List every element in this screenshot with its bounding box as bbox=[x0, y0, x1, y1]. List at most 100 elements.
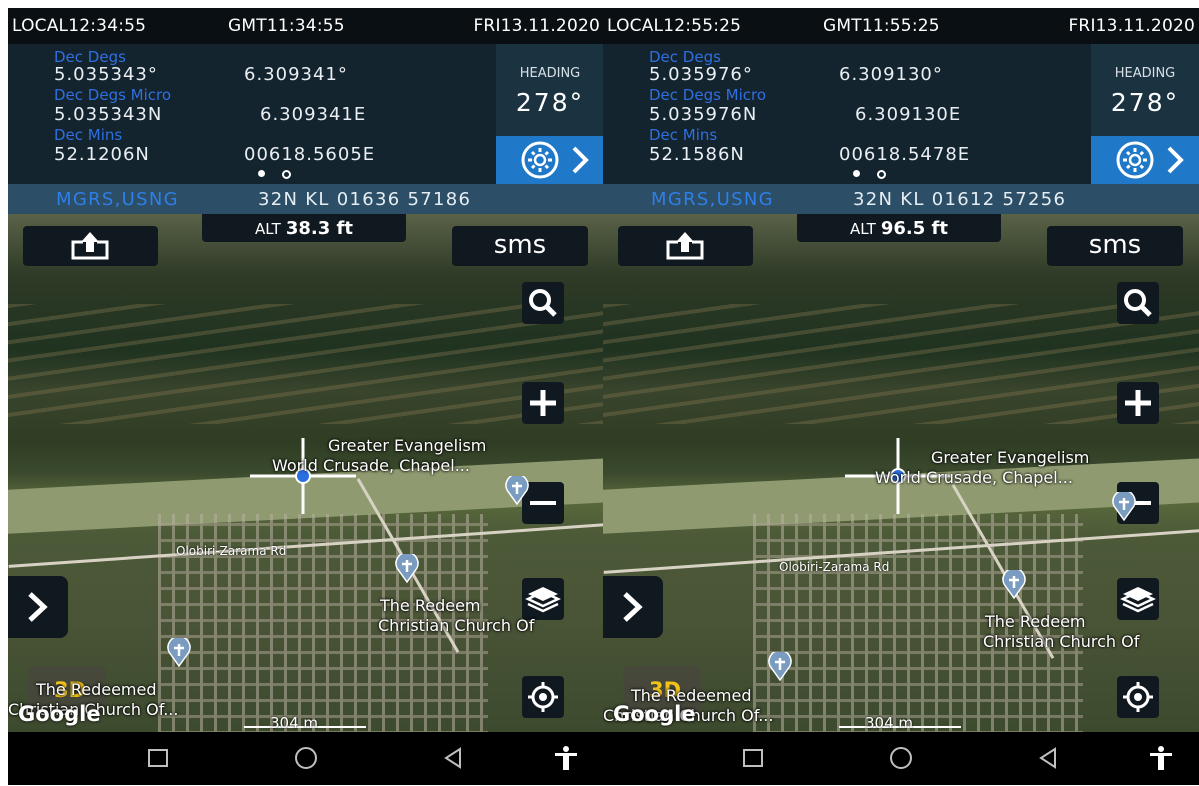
micro-lon: 6.309130E bbox=[855, 104, 962, 125]
dec-degs-micro-label: Dec Degs Micro bbox=[54, 86, 172, 104]
chevron-right-icon bbox=[1167, 146, 1184, 174]
dec-degs-lon: 6.309130° bbox=[839, 64, 943, 85]
layers-button[interactable] bbox=[522, 578, 564, 620]
poi-label[interactable]: Greater Evangelism bbox=[931, 448, 1089, 467]
church-pin-icon[interactable] bbox=[164, 638, 194, 668]
heading-label: HEADING bbox=[1114, 66, 1176, 81]
dec-degs-label: Dec Degs bbox=[54, 48, 126, 66]
altitude-display: ALT 38.3 ft bbox=[202, 214, 406, 242]
android-nav-bar bbox=[8, 732, 604, 785]
mgrs-label: MGRS,USNG bbox=[651, 189, 774, 210]
date: FRI13.11.2020 bbox=[473, 16, 600, 36]
mgrs-bar: MGRS,USNG 32N KL 01636 57186 bbox=[8, 184, 604, 214]
heading-label: HEADING bbox=[519, 66, 581, 81]
zoom-in-button[interactable] bbox=[1117, 382, 1159, 424]
church-pin-icon[interactable] bbox=[502, 476, 532, 506]
zoom-in-button[interactable] bbox=[522, 382, 564, 424]
google-attribution: Google bbox=[613, 702, 696, 726]
share-button[interactable] bbox=[23, 226, 158, 266]
search-button[interactable] bbox=[522, 282, 564, 324]
dec-mins-label: Dec Mins bbox=[649, 126, 718, 144]
crosshair-location-icon bbox=[528, 682, 558, 712]
micro-lat: 5.035343N bbox=[54, 104, 163, 125]
poi-label[interactable]: World Crusade, Chapel... bbox=[875, 468, 1073, 487]
mins-lat: 52.1206N bbox=[54, 144, 150, 165]
layers-icon bbox=[1120, 587, 1156, 613]
date: FRI13.11.2020 bbox=[1068, 16, 1195, 36]
heading-display: HEADING 278° bbox=[1091, 44, 1199, 136]
dec-degs-lon: 6.309341° bbox=[244, 64, 348, 85]
plus-icon bbox=[530, 390, 556, 416]
square-icon[interactable] bbox=[739, 744, 767, 772]
church-pin-icon[interactable] bbox=[765, 652, 795, 682]
dec-degs-lat: 5.035976° bbox=[649, 64, 753, 85]
accessibility-icon[interactable] bbox=[552, 744, 580, 772]
chevron-right-icon bbox=[623, 592, 643, 622]
mgrs-value: 32N KL 01636 57186 bbox=[258, 189, 472, 210]
share-icon bbox=[666, 232, 704, 260]
mins-lon: 00618.5478E bbox=[839, 144, 971, 165]
triangle-back-icon[interactable] bbox=[1035, 744, 1063, 772]
dec-degs-label: Dec Degs bbox=[649, 48, 721, 66]
gear-icon bbox=[521, 141, 589, 179]
settings-button[interactable] bbox=[1091, 136, 1199, 184]
altitude-display: ALT 96.5 ft bbox=[797, 214, 1001, 242]
settings-button[interactable] bbox=[496, 136, 604, 184]
search-button[interactable] bbox=[1117, 282, 1159, 324]
micro-lat: 5.035976N bbox=[649, 104, 758, 125]
search-icon bbox=[1124, 289, 1152, 317]
my-location-button[interactable] bbox=[522, 676, 564, 718]
share-button[interactable] bbox=[618, 226, 753, 266]
church-pin-icon[interactable] bbox=[999, 570, 1029, 600]
sms-button[interactable]: sms bbox=[1047, 226, 1183, 266]
search-icon bbox=[529, 289, 557, 317]
poi-label[interactable]: Christian Church Of bbox=[983, 632, 1139, 651]
church-pin-icon[interactable] bbox=[392, 554, 422, 584]
coordinates-panel: Dec Degs 5.035976° 6.309130° Dec Degs Mi… bbox=[603, 44, 1091, 184]
layers-button[interactable] bbox=[1117, 578, 1159, 620]
gmt-time: GMT11:34:55 bbox=[228, 16, 345, 36]
my-location-button[interactable] bbox=[1117, 676, 1159, 718]
chevron-right-icon bbox=[28, 592, 48, 622]
mins-lon: 00618.5605E bbox=[244, 144, 376, 165]
satellite-map[interactable]: ALT 96.5 ft sms 3D Greater Evangelism Wo… bbox=[603, 214, 1199, 732]
map-fields bbox=[8, 304, 604, 424]
satellite-map[interactable]: ALT 38.3 ft sms 3D Greater Evangelism Wo… bbox=[8, 214, 604, 732]
alt-label: ALT bbox=[255, 220, 281, 238]
church-pin-icon[interactable] bbox=[1109, 492, 1139, 522]
local-time: LOCAL12:55:25 bbox=[607, 16, 742, 36]
poi-label[interactable]: The Redeemed bbox=[36, 680, 157, 699]
scale-label: 304 m bbox=[865, 714, 914, 732]
road-label: Olobiri-Zarama Rd bbox=[176, 544, 287, 558]
google-attribution: Google bbox=[18, 702, 101, 726]
heading-value: 278° bbox=[515, 88, 585, 117]
poi-label[interactable]: Greater Evangelism bbox=[328, 436, 486, 455]
page-dot-inactive bbox=[877, 170, 886, 179]
coordinates-panel: Dec Degs 5.035343° 6.309341° Dec Degs Mi… bbox=[8, 44, 496, 184]
square-icon[interactable] bbox=[144, 744, 172, 772]
sms-button[interactable]: sms bbox=[452, 226, 588, 266]
map-fields bbox=[603, 304, 1199, 424]
page-indicator[interactable] bbox=[853, 170, 903, 180]
page-dot-active bbox=[853, 170, 860, 177]
page-indicator[interactable] bbox=[258, 170, 308, 180]
poi-label[interactable]: Christian Church Of bbox=[378, 616, 534, 635]
gmt-time: GMT11:55:25 bbox=[823, 16, 940, 36]
accessibility-icon[interactable] bbox=[1147, 744, 1175, 772]
poi-label[interactable]: World Crusade, Chapel... bbox=[272, 456, 470, 475]
mgrs-value: 32N KL 01612 57256 bbox=[853, 189, 1067, 210]
expand-panel-button[interactable] bbox=[603, 576, 663, 638]
dec-degs-micro-label: Dec Degs Micro bbox=[649, 86, 767, 104]
share-icon bbox=[71, 232, 109, 260]
road-label: Olobiri-Zarama Rd bbox=[779, 560, 890, 574]
dec-degs-lat: 5.035343° bbox=[54, 64, 158, 85]
circle-icon[interactable] bbox=[887, 744, 915, 772]
poi-label[interactable]: The Redeem bbox=[985, 612, 1086, 631]
scale-label: 304 m bbox=[270, 714, 319, 732]
poi-label[interactable]: The Redeem bbox=[380, 596, 481, 615]
circle-icon[interactable] bbox=[292, 744, 320, 772]
page-dot-active bbox=[258, 170, 265, 177]
expand-panel-button[interactable] bbox=[8, 576, 68, 638]
chevron-right-icon bbox=[572, 146, 589, 174]
triangle-back-icon[interactable] bbox=[440, 744, 468, 772]
